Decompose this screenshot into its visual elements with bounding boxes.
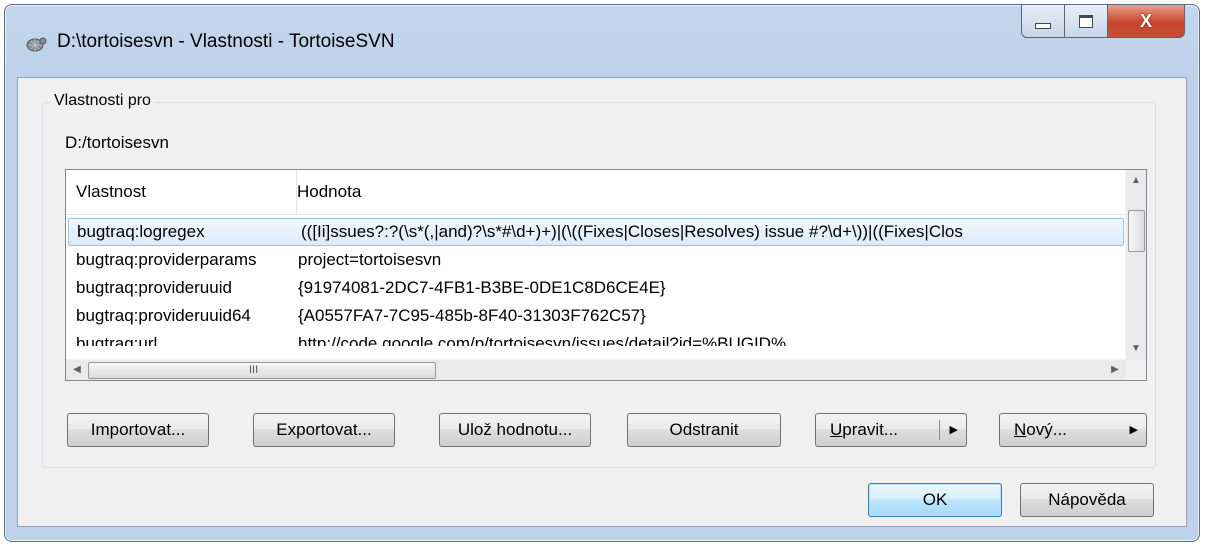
maximize-icon [1079, 14, 1093, 28]
list-header: Vlastnost Hodnota [66, 170, 1126, 215]
export-button[interactable]: Exportovat... [253, 413, 395, 447]
new-label: Nový... [1014, 420, 1067, 439]
split-separator [939, 420, 940, 440]
properties-list[interactable]: Vlastnost Hodnota bugtraq:logregex (([Ii… [65, 169, 1147, 381]
property-name: bugtraq:provideruuid64 [76, 306, 251, 325]
import-button[interactable]: Importovat... [67, 413, 209, 447]
dialog-client-area: Vlastnosti pro D:/tortoisesvn Vlastnost … [17, 77, 1187, 527]
caption-buttons: X [1021, 5, 1185, 38]
ok-button[interactable]: OK [868, 483, 1002, 517]
list-row-logregex[interactable]: bugtraq:logregex (([Ii]ssues?:?(\s*(,|an… [68, 218, 1124, 246]
title-bar[interactable]: D:\tortoisesvn - Vlastnosti - TortoiseSV… [5, 5, 1199, 77]
property-name: bugtraq:providerparams [76, 250, 257, 269]
maximize-button[interactable] [1065, 5, 1108, 38]
minimize-button[interactable] [1021, 5, 1065, 38]
property-value: project=tortoisesvn [298, 250, 442, 269]
group-legend: Vlastnosti pro [51, 92, 154, 110]
property-value: (([Ii]ssues?:?(\s*(,|and)?\s*#\d+)+)|(\(… [301, 222, 963, 241]
list-row-provideruuid[interactable]: bugtraq:provideruuid {91974081-2DC7-4FB1… [66, 274, 1126, 302]
horizontal-scroll-thumb[interactable]: III [88, 362, 436, 379]
list-row-providerparams[interactable]: bugtraq:providerparams project=tortoises… [66, 246, 1126, 274]
property-value: {91974081-2DC7-4FB1-B3BE-0DE1C8D6CE4E} [298, 278, 666, 297]
vertical-scrollbar[interactable]: ▲ ▼ [1125, 170, 1146, 360]
new-split-button[interactable]: Nový... ▶ [999, 413, 1147, 447]
save-value-button[interactable]: Ulož hodnotu... [439, 413, 591, 447]
close-icon: X [1139, 10, 1152, 31]
scroll-down-icon[interactable]: ▼ [1126, 340, 1146, 358]
horizontal-scrollbar[interactable]: ◀ III ▶ [66, 359, 1126, 380]
property-value: {A0557FA7-7C95-485b-8F40-31303F762C57} [298, 306, 646, 325]
list-rows: bugtraq:logregex (([Ii]ssues?:?(\s*(,|an… [66, 218, 1126, 346]
column-header-property[interactable]: Vlastnost [66, 170, 297, 214]
property-name: bugtraq:provideruuid [76, 278, 232, 297]
dropdown-arrow-icon[interactable]: ▶ [950, 414, 958, 446]
list-row-url[interactable]: bugtraq:url http://code.google.com/p/tor… [66, 330, 1126, 346]
dropdown-arrow-icon[interactable]: ▶ [1130, 414, 1138, 446]
properties-window: D:\tortoisesvn - Vlastnosti - TortoiseSV… [4, 4, 1200, 542]
property-value: http://code.google.com/p/tortoisesvn/iss… [298, 334, 787, 346]
minimize-icon [1035, 23, 1051, 29]
scroll-up-icon[interactable]: ▲ [1126, 172, 1146, 190]
target-path: D:/tortoisesvn [65, 133, 169, 152]
help-button[interactable]: Nápověda [1020, 483, 1154, 517]
tortoisesvn-icon [26, 37, 47, 52]
close-button[interactable]: X [1108, 5, 1185, 38]
column-header-value[interactable]: Hodnota [287, 170, 1127, 214]
scroll-left-icon[interactable]: ◀ [68, 360, 86, 380]
edit-label: Upravit... [830, 420, 899, 439]
scroll-grip: III [249, 364, 259, 376]
property-name: bugtraq:logregex [77, 222, 205, 241]
property-name: bugtraq:url [76, 334, 158, 346]
properties-group: Vlastnosti pro D:/tortoisesvn Vlastnost … [42, 92, 1156, 468]
list-row-provideruuid64[interactable]: bugtraq:provideruuid64 {A0557FA7-7C95-48… [66, 302, 1126, 330]
remove-button[interactable]: Odstranit [627, 413, 781, 447]
scrollbar-corner [1126, 360, 1146, 380]
window-title: D:\tortoisesvn - Vlastnosti - TortoiseSV… [57, 31, 395, 52]
scroll-right-icon[interactable]: ▶ [1106, 360, 1124, 380]
vertical-scroll-thumb[interactable] [1128, 210, 1145, 252]
edit-split-button[interactable]: Upravit... ▶ [815, 413, 967, 447]
